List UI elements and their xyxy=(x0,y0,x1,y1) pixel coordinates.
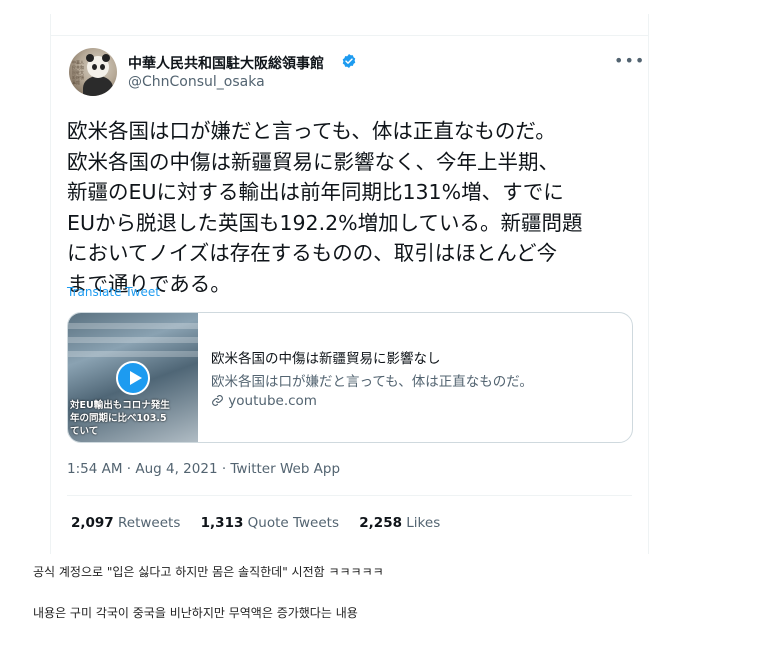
thumbnail-caption: ていて xyxy=(70,426,99,437)
translate-tweet-link[interactable]: Translate Tweet xyxy=(67,285,160,299)
play-icon[interactable] xyxy=(116,361,150,395)
tweet-text-line: 新疆のEUに対する輸出は前年同期比131%増、すでに xyxy=(67,180,564,204)
divider xyxy=(67,495,632,496)
card-title: 欧米各国の中傷は新疆貿易に影響なし xyxy=(211,351,441,367)
tweet-text-line: EUから脱退した英国も192.2%増加している。新疆問題 xyxy=(67,210,583,235)
card-link-domain: youtube.com xyxy=(228,393,317,409)
quote-tweets-stat[interactable]: 1,313 Quote Tweets xyxy=(201,515,339,531)
panda-eye-left xyxy=(92,64,97,70)
thumbnail-caption: 年の同期に比べ103.5 xyxy=(70,413,167,424)
retweets-label: Retweets xyxy=(118,515,181,531)
link-card[interactable]: 対EU輸出もコロナ発生 年の同期に比べ103.5 ていて 欧米各国の中傷は新疆貿… xyxy=(67,312,633,443)
frame-right-border xyxy=(648,14,649,554)
thumbnail-stripe xyxy=(68,337,198,343)
comment-line: 공식 계정으로 "입은 싫다고 하지만 몸은 솔직한데" 시전함 ㅋㅋㅋㅋㅋ xyxy=(33,565,384,579)
quotes-count: 1,313 xyxy=(200,515,244,531)
avatar[interactable]: 中華人民共和国駐大阪総領事館 xyxy=(69,48,117,96)
thumbnail-stripe xyxy=(68,351,198,357)
display-name[interactable]: 中華人民共和国駐大阪総領事館 xyxy=(128,53,324,73)
likes-label: Likes xyxy=(406,515,441,531)
thumbnail-stripe xyxy=(68,323,198,329)
tweet-timestamp[interactable]: 1:54 AM · Aug 4, 2021 · Twitter Web App xyxy=(67,461,340,477)
quotes-label: Quote Tweets xyxy=(247,515,339,531)
engagement-stats: 2,097 Retweets 1,313 Quote Tweets 2,258 … xyxy=(71,515,456,531)
handle[interactable]: @ChnConsul_osaka xyxy=(128,74,265,90)
card-thumbnail[interactable]: 対EU輸出もコロナ発生 年の同期に比べ103.5 ていて xyxy=(68,313,198,442)
panda-eye-right xyxy=(100,64,105,70)
link-icon xyxy=(212,395,223,406)
retweets-stat[interactable]: 2,097 Retweets xyxy=(71,515,180,531)
panda-body xyxy=(83,76,113,96)
panda-ear-left xyxy=(86,54,94,62)
tweet-text-line: 欧米各国は口が嫌だと言っても、体は正直なものだ。 xyxy=(67,119,556,143)
tweet-text: 欧米各国は口が嫌だと言っても、体は正直なものだ。 欧米各国の中傷は新疆貿易に影響… xyxy=(67,116,642,299)
verified-badge-icon xyxy=(342,54,356,68)
tweet-text-line: においてノイズは存在するものの、取引はほとんど今 xyxy=(67,241,558,265)
more-options-icon[interactable]: ••• xyxy=(614,51,645,70)
card-link[interactable]: youtube.com xyxy=(211,393,317,409)
likes-count: 2,258 xyxy=(359,515,402,531)
thumbnail-caption: 対EU輸出もコロナ発生 xyxy=(70,400,170,411)
card-description: 欧米各国は口が嫌だと言っても、体は正直なものだ。 xyxy=(211,374,533,390)
panda-ear-right xyxy=(102,54,110,62)
tweet: 中華人民共和国駐大阪総領事館 中華人民共和国駐大阪総領事館 @ChnConsul… xyxy=(51,36,648,552)
comment-line: 내용은 구미 각국이 중국을 비난하지만 무역액은 증가했다는 내용 xyxy=(33,606,358,620)
retweets-count: 2,097 xyxy=(71,515,114,531)
tweet-text-line: 欧米各国の中傷は新疆貿易に影響なく、今年上半期、 xyxy=(67,149,559,174)
likes-stat[interactable]: 2,258 Likes xyxy=(359,515,440,531)
